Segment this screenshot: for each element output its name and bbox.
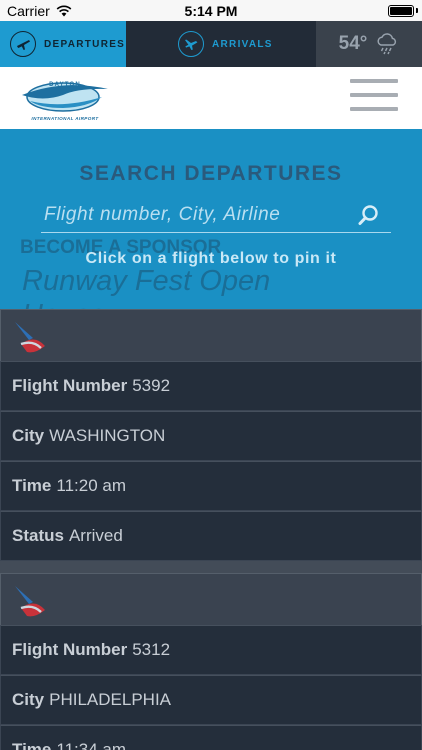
time-row: Time 11:20 am — [0, 461, 422, 511]
weather-widget[interactable]: 54° — [316, 21, 422, 67]
battery-icon — [388, 5, 414, 17]
tab-departures[interactable]: DEPARTURES — [0, 21, 126, 67]
menu-line-icon — [350, 79, 398, 83]
bg-house-text: House — [22, 299, 106, 309]
flight-number-label: Flight Number — [12, 640, 128, 659]
search-field — [41, 199, 391, 233]
flight-number-value: 5312 — [132, 640, 171, 659]
airline-row — [0, 573, 422, 625]
status-value: Arrived — [68, 526, 123, 545]
hamburger-menu-button[interactable] — [350, 77, 398, 113]
flight-list: Your spot is waiting for you. DAYparks. … — [0, 309, 422, 750]
airline-row — [0, 309, 422, 361]
time-label: Time — [12, 740, 52, 750]
time-value: 11:34 am — [56, 740, 126, 750]
city-value: WASHINGTON — [49, 426, 166, 445]
tab-departures-label: DEPARTURES — [44, 38, 126, 50]
time-label: Time — [12, 476, 52, 495]
time-row: Time 11:34 am — [0, 725, 422, 750]
search-input[interactable] — [41, 199, 341, 231]
bg-runway-text: Runway Fest Open — [22, 265, 271, 297]
svg-text:DAYTON: DAYTON — [49, 82, 81, 88]
departure-plane-icon — [10, 31, 36, 57]
status-time: 5:14 PM — [184, 3, 238, 19]
menu-line-icon — [350, 93, 398, 97]
flight-card[interactable]: Flight Number 5312 City PHILADELPHIA Tim… — [0, 573, 422, 750]
menu-line-icon — [350, 107, 398, 111]
search-icon[interactable] — [357, 203, 381, 227]
card-divider — [0, 561, 422, 573]
city-value: PHILADELPHIA — [49, 690, 172, 709]
weather-temp: 54° — [338, 33, 368, 54]
flight-number-row: Flight Number 5312 — [0, 625, 422, 675]
city-label: City — [12, 690, 45, 709]
city-row: City WASHINGTON — [0, 411, 422, 461]
search-section: BECOME A SPONSOR Runway Fest Open House … — [0, 129, 422, 309]
rain-cloud-icon — [377, 33, 397, 55]
flight-card[interactable]: Flight Number 5392 City WASHINGTON Time … — [0, 309, 422, 561]
tab-arrivals-label: ARRIVALS — [212, 38, 273, 50]
airport-logo: DAYTON INTERNATIONAL AIRPORT — [22, 82, 108, 121]
status-label: Status — [12, 526, 64, 545]
airline-logo-icon — [15, 322, 45, 353]
time-value: 11:20 am — [56, 476, 126, 495]
top-tabs: DEPARTURES ARRIVALS 54° — [0, 21, 422, 67]
status-bar: Carrier 5:14 PM — [0, 0, 422, 21]
svg-text:INTERNATIONAL AIRPORT: INTERNATIONAL AIRPORT — [31, 116, 99, 121]
arrival-plane-icon — [178, 31, 204, 57]
status-row: Status Arrived — [0, 511, 422, 561]
app-header: DAYTON INTERNATIONAL AIRPORT — [0, 67, 422, 129]
airline-logo-icon — [15, 586, 45, 617]
search-title: SEARCH DEPARTURES — [79, 162, 343, 185]
city-label: City — [12, 426, 45, 445]
flight-number-value: 5392 — [132, 376, 171, 395]
flight-number-row: Flight Number 5392 — [0, 361, 422, 411]
tab-arrivals[interactable]: ARRIVALS — [126, 21, 316, 67]
city-row: City PHILADELPHIA — [0, 675, 422, 725]
flight-number-label: Flight Number — [12, 376, 128, 395]
search-hint: Click on a flight below to pin it — [85, 250, 337, 267]
